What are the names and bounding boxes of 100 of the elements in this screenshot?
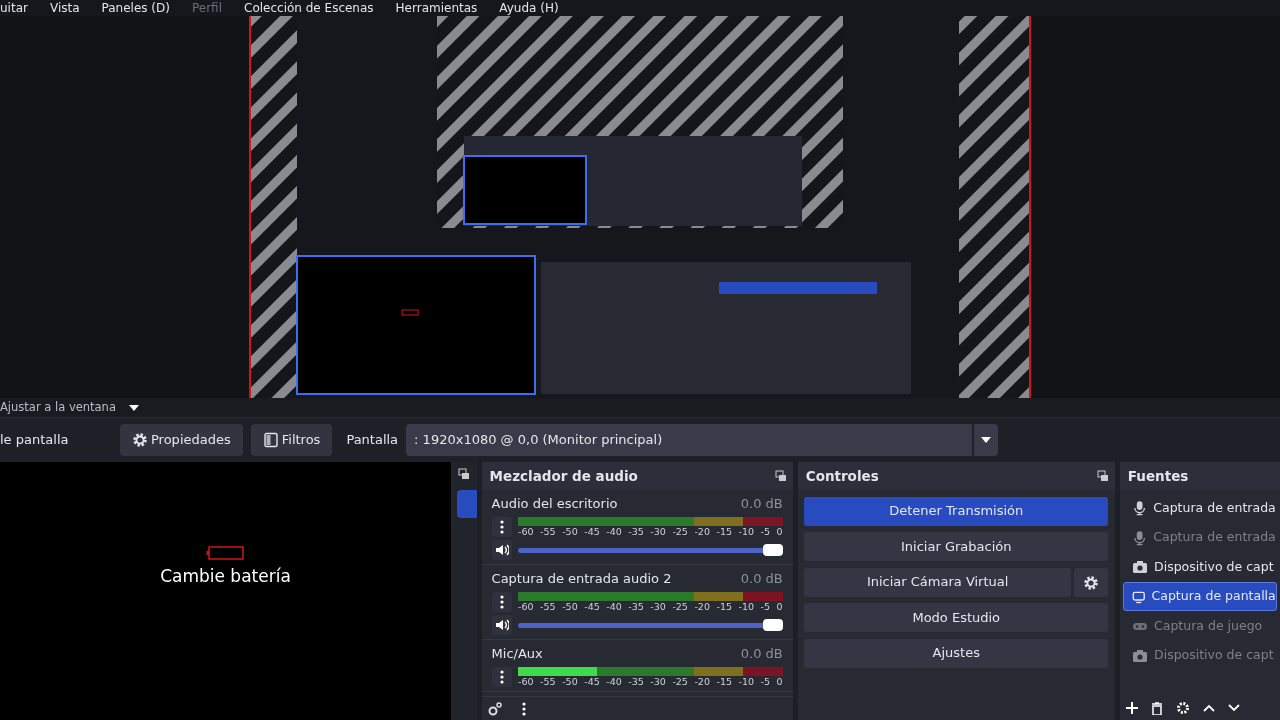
source-item[interactable]: Dispositivo de capt xyxy=(1123,552,1277,582)
camera-icon xyxy=(1132,559,1149,575)
battery-icon xyxy=(206,546,245,560)
scale-label: -5 xyxy=(760,675,771,687)
scale-label: -60 xyxy=(518,675,534,687)
menu-item[interactable]: Ayuda (H) xyxy=(499,1,559,15)
float-icon[interactable] xyxy=(1096,470,1109,482)
control-button[interactable]: Modo Estudio xyxy=(804,603,1109,632)
display-select[interactable]: : 1920x1080 @ 0,0 (Monitor principal) xyxy=(406,424,973,456)
caret-icon xyxy=(128,404,139,411)
microphone-icon xyxy=(1132,529,1148,546)
menu-item[interactable]: Colección de Escenas xyxy=(244,1,374,15)
gear-icon xyxy=(1083,574,1100,591)
scale-label: -40 xyxy=(606,525,622,537)
panel-title: Controles xyxy=(805,466,879,486)
scale-label: -30 xyxy=(650,675,666,687)
channel-name: Audio del escritorio xyxy=(491,495,618,513)
channel-name: Mic/Aux xyxy=(491,645,543,663)
menu-item[interactable]: Herramientas xyxy=(395,1,478,15)
filter-icon xyxy=(262,432,279,448)
scale-label: -20 xyxy=(694,525,710,537)
filters-button[interactable]: Filtros xyxy=(250,424,333,456)
control-button[interactable]: Iniciar Cámara Virtual xyxy=(804,567,1072,597)
menu-item[interactable]: Paneles (D) xyxy=(101,1,170,15)
scale-label: -60 xyxy=(518,600,534,612)
mute-button[interactable] xyxy=(491,540,512,560)
scale-label: -55 xyxy=(540,525,556,537)
menu-button[interactable] xyxy=(491,516,512,537)
scale-label: -5 xyxy=(760,525,771,537)
zoom-dropdown[interactable]: Ajustar a la ventana xyxy=(0,398,139,417)
trash-icon[interactable] xyxy=(1151,701,1164,715)
scale-label: -10 xyxy=(738,525,755,537)
source-item[interactable]: Captura de pantalla xyxy=(1123,581,1277,612)
display-label: Pantalla xyxy=(346,431,399,450)
up-icon[interactable] xyxy=(1203,704,1216,712)
dropdown-button[interactable] xyxy=(974,424,999,456)
menu-item[interactable]: Vista xyxy=(49,1,80,15)
gears-icon[interactable] xyxy=(488,701,503,716)
slider-thumb[interactable] xyxy=(762,619,783,631)
scale-label: -50 xyxy=(562,525,578,537)
scale-label: -30 xyxy=(650,525,666,537)
scale-label: -55 xyxy=(540,600,556,612)
dots-icon xyxy=(499,669,504,684)
scale-label: -10 xyxy=(738,600,755,612)
gear-icon xyxy=(132,432,148,448)
gear-icon[interactable] xyxy=(1176,701,1191,715)
scale-label: -15 xyxy=(716,600,732,612)
db-reading: 0.0 dB xyxy=(740,570,783,588)
caption: Cambie batería xyxy=(160,565,291,588)
scale-label: -35 xyxy=(628,600,644,612)
control-button[interactable]: Ajustes xyxy=(804,638,1109,668)
panel-title: Fuentes xyxy=(1127,466,1189,486)
db-reading: 0.0 dB xyxy=(740,495,783,513)
scale-label: -45 xyxy=(584,675,600,687)
properties-button[interactable]: Propiedades xyxy=(120,424,243,456)
scale-label: 0 xyxy=(776,675,783,687)
dots-icon xyxy=(499,519,504,534)
source-item[interactable]: Captura de entrada xyxy=(1123,493,1277,523)
settings-button[interactable] xyxy=(1074,567,1109,597)
scale-label: -60 xyxy=(518,525,534,537)
caret-icon xyxy=(981,437,992,443)
down-icon[interactable] xyxy=(1228,704,1241,712)
scale-label: -20 xyxy=(694,600,710,612)
menu-button[interactable] xyxy=(491,666,512,687)
scale-label: -45 xyxy=(584,525,600,537)
scale-label: -35 xyxy=(628,675,644,687)
scale-label: -55 xyxy=(540,675,556,687)
scale-label: -15 xyxy=(716,525,732,537)
scale-label: -25 xyxy=(672,600,688,612)
scale-label: -35 xyxy=(628,525,644,537)
menu-button[interactable] xyxy=(491,591,512,612)
scale-label: -25 xyxy=(672,675,688,687)
add-icon[interactable] xyxy=(1126,702,1139,714)
slider-thumb[interactable] xyxy=(762,544,783,556)
microphone-icon xyxy=(1132,500,1148,516)
control-button[interactable]: Iniciar Grabación xyxy=(804,532,1109,561)
dots-icon xyxy=(499,594,504,609)
source-name: le pantalla xyxy=(0,431,70,450)
scale-label: 0 xyxy=(776,600,783,612)
control-button[interactable]: Detener Transmisión xyxy=(804,496,1109,526)
menu-item[interactable]: uitar xyxy=(0,1,28,15)
scale-label: 0 xyxy=(776,525,783,537)
panel-title: Mezclador de audio xyxy=(489,466,638,486)
scale-label: -50 xyxy=(562,675,578,687)
speaker-icon xyxy=(494,619,509,631)
dots-icon[interactable] xyxy=(521,701,526,716)
scale-label: -15 xyxy=(716,675,732,687)
channel-name: Captura de entrada audio 2 xyxy=(491,570,672,588)
scale-label: -50 xyxy=(562,600,578,612)
db-reading: 0.0 dB xyxy=(740,645,783,663)
mute-button[interactable] xyxy=(491,615,512,635)
scale-label: -25 xyxy=(672,525,688,537)
scale-label: -20 xyxy=(694,675,710,687)
camera-icon xyxy=(1132,647,1149,664)
scale-label: -5 xyxy=(760,600,771,612)
float-icon[interactable] xyxy=(774,470,787,482)
scale-label: -40 xyxy=(606,675,622,687)
float-icon xyxy=(457,468,470,480)
speaker-icon xyxy=(494,544,509,556)
scale-label: -30 xyxy=(650,600,666,612)
